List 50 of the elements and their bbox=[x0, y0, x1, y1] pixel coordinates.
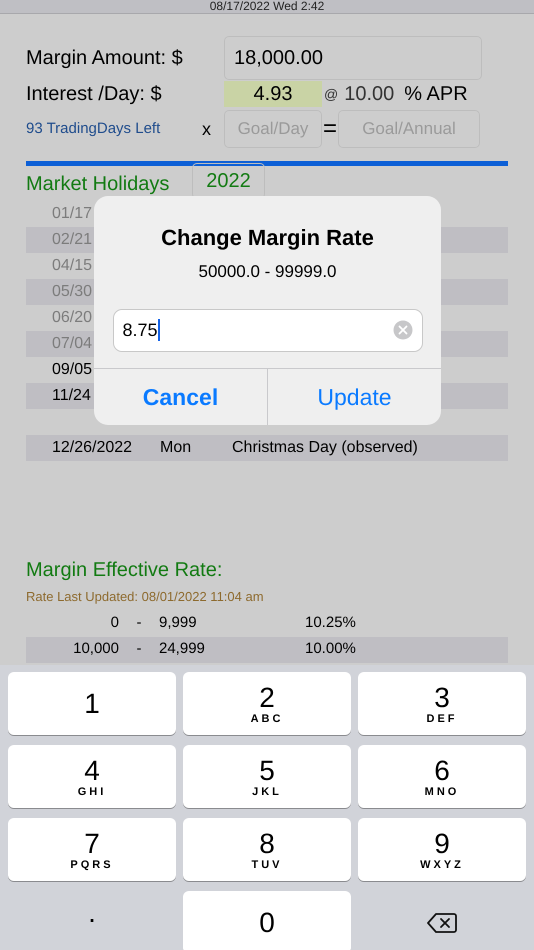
digit-key[interactable]: 7 PQRS bbox=[8, 818, 176, 881]
times-sign: x bbox=[202, 118, 212, 140]
rate-input-value: 8.75 bbox=[122, 318, 158, 342]
holiday-date: 09/05 bbox=[52, 360, 92, 380]
rate-dash: - bbox=[136, 639, 142, 660]
holidays-title: Market Holidays bbox=[26, 172, 170, 197]
rate-to: 24,999 bbox=[159, 639, 206, 660]
holiday-date: 05/30 bbox=[52, 282, 92, 302]
dialog-title: Change Margin Rate bbox=[161, 224, 374, 252]
interest-label: Interest /Day: $ bbox=[26, 82, 163, 107]
holiday-day: Mon bbox=[160, 436, 232, 460]
apr-label: % APR bbox=[404, 82, 468, 107]
holiday-date: 12/26/2022 bbox=[52, 438, 132, 458]
digit-key[interactable]: 6 MNO bbox=[358, 745, 526, 808]
holiday-date: 11/24 bbox=[52, 386, 91, 406]
status-time: 08/17/2022 Wed 2:42 bbox=[210, 0, 324, 13]
digit-key[interactable]: 8 TUV bbox=[183, 818, 351, 881]
holiday-date: 07/04 bbox=[52, 334, 92, 354]
decimal-key[interactable]: . bbox=[8, 891, 176, 950]
interest-value: 4.93 bbox=[224, 81, 322, 107]
rate-value: 10.00% bbox=[305, 639, 356, 660]
holiday-date: 04/15 bbox=[52, 256, 92, 276]
holiday-date: 06/20 bbox=[52, 308, 92, 328]
digit-key[interactable]: 2 ABC bbox=[183, 672, 351, 735]
rate-dash: - bbox=[136, 613, 142, 634]
clear-icon[interactable] bbox=[392, 320, 412, 340]
holiday-date: 01/17 bbox=[52, 204, 92, 224]
rate-to: 9,999 bbox=[159, 613, 198, 634]
digit-key[interactable]: 1 bbox=[8, 672, 176, 735]
trading-days-left: 93 TradingDays Left bbox=[26, 118, 162, 139]
holiday-name: Christmas Day (observed) bbox=[232, 438, 418, 458]
rate-updated: Rate Last Updated: 08/01/2022 11:04 am bbox=[26, 588, 265, 606]
rate-input-field[interactable]: 8.75 bbox=[112, 308, 422, 352]
equals-sign: = bbox=[322, 114, 338, 144]
rate-value: 10.25% bbox=[305, 613, 356, 634]
digit-key[interactable]: 5 JKL bbox=[183, 745, 351, 808]
digit-key[interactable]: 4 GHI bbox=[8, 745, 176, 808]
holiday-date: 02/21 bbox=[52, 230, 92, 250]
margin-amount-label: Margin Amount: $ bbox=[26, 46, 184, 71]
apr-value: 10.00 bbox=[344, 82, 394, 107]
digit-key[interactable]: 9 WXYZ bbox=[358, 818, 526, 881]
at-sign: @ bbox=[324, 84, 338, 104]
digit-key[interactable]: 0 bbox=[183, 891, 351, 950]
effective-rate-title: Margin Effective Rate: bbox=[26, 558, 224, 583]
margin-amount-field[interactable]: 18,000.00 bbox=[224, 36, 482, 80]
dialog-subtitle: 50000.0 - 99999.0 bbox=[198, 261, 336, 283]
digit-key[interactable]: 3 DEF bbox=[358, 672, 526, 735]
rate-from: 0 bbox=[110, 613, 119, 634]
backspace-icon bbox=[427, 912, 457, 934]
rate-from: 10,000 bbox=[72, 639, 119, 660]
